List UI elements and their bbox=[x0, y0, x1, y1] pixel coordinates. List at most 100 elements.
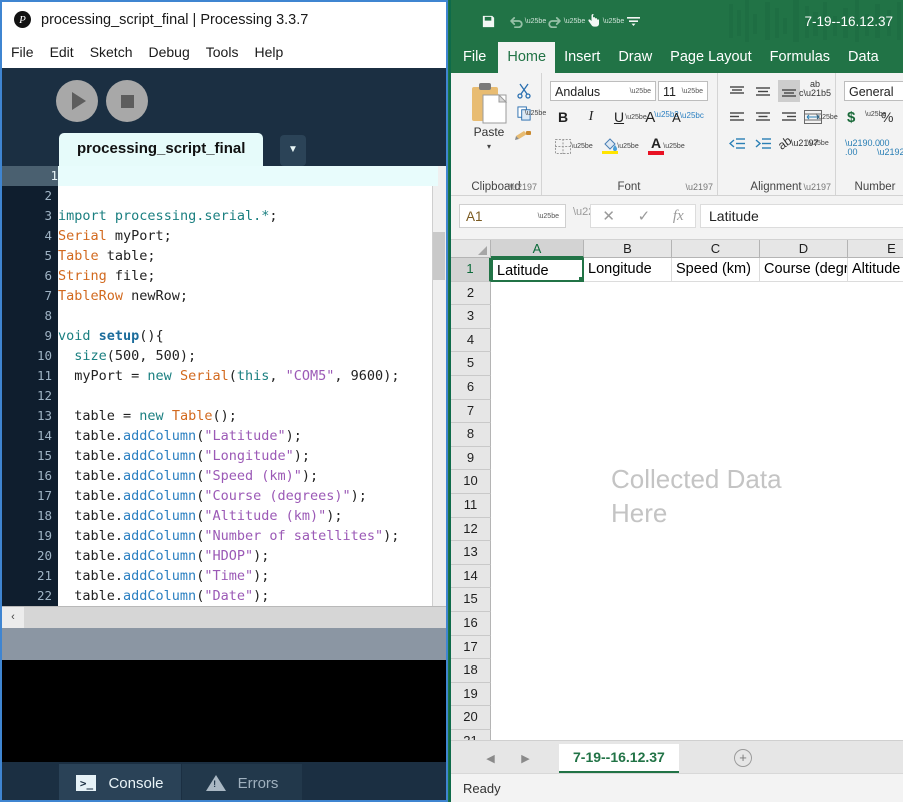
ribbon-tab-formulas[interactable]: Formulas bbox=[761, 42, 839, 73]
enter-icon[interactable]: ✓ bbox=[638, 207, 651, 225]
touch-mode-dropdown-icon[interactable]: \u25be bbox=[603, 8, 624, 34]
format-painter-icon[interactable] bbox=[513, 125, 535, 145]
borders-dropdown-icon[interactable]: \u25be bbox=[571, 135, 592, 157]
number-format-input[interactable]: General bbox=[844, 81, 903, 101]
increase-decimal-icon[interactable]: \u2190.0.00 bbox=[845, 139, 880, 157]
row-header-3[interactable]: 3 bbox=[451, 305, 491, 329]
ribbon-tab-data[interactable]: Data bbox=[839, 42, 888, 73]
console-tab[interactable]: >_ Console bbox=[59, 764, 181, 800]
prev-sheet-icon[interactable]: ◀ bbox=[486, 752, 494, 765]
sheet-tab-active[interactable]: 7-19--16.12.37 bbox=[559, 744, 679, 774]
add-sheet-icon[interactable]: + bbox=[734, 749, 752, 767]
cell-C1[interactable]: Speed (km) bbox=[672, 258, 760, 282]
orientation-dropdown-icon[interactable]: \u25be bbox=[807, 132, 828, 154]
menu-sketch[interactable]: Sketch bbox=[82, 37, 141, 68]
font-name-input[interactable]: Andalus \u25be bbox=[550, 81, 656, 101]
font-name-dropdown-icon[interactable]: \u25be bbox=[630, 82, 651, 102]
row-header-11[interactable]: 11 bbox=[451, 494, 491, 518]
percent-icon[interactable]: % bbox=[881, 109, 893, 125]
row-header-4[interactable]: 4 bbox=[451, 328, 491, 353]
decrease-decimal-icon[interactable]: .00\u2192.0 bbox=[877, 139, 903, 157]
align-middle-icon[interactable] bbox=[752, 80, 774, 102]
align-bottom-icon[interactable] bbox=[778, 80, 800, 102]
align-right-icon[interactable] bbox=[778, 106, 800, 128]
row-header-9[interactable]: 9 bbox=[451, 446, 491, 471]
sketch-tab-menu-icon[interactable]: ▼ bbox=[280, 135, 306, 166]
ribbon-tab-file[interactable]: File bbox=[451, 42, 498, 73]
row-header-2[interactable]: 2 bbox=[451, 281, 491, 306]
shrink-font-icon[interactable]: A \u25bc bbox=[672, 106, 704, 128]
grow-font-icon[interactable]: A \u25b2 bbox=[645, 106, 678, 128]
ribbon-tab-page-layout[interactable]: Page Layout bbox=[661, 42, 760, 73]
stop-button[interactable] bbox=[106, 80, 148, 122]
row-header-18[interactable]: 18 bbox=[451, 659, 491, 683]
row-header-19[interactable]: 19 bbox=[451, 682, 491, 707]
align-center-icon[interactable] bbox=[752, 106, 774, 128]
font-color-dropdown-icon[interactable]: \u25be bbox=[663, 135, 684, 157]
row-header-6[interactable]: 6 bbox=[451, 376, 491, 400]
menu-debug[interactable]: Debug bbox=[141, 37, 198, 68]
row-header-15[interactable]: 15 bbox=[451, 588, 491, 612]
menu-tools[interactable]: Tools bbox=[198, 37, 247, 68]
row-header-8[interactable]: 8 bbox=[451, 423, 491, 447]
row-header-10[interactable]: 10 bbox=[451, 470, 491, 494]
ribbon-tab-insert[interactable]: Insert bbox=[555, 42, 609, 73]
column-header-A[interactable]: A bbox=[491, 240, 584, 258]
cell-A1[interactable]: Latitude bbox=[491, 258, 584, 282]
alignment-dialog-launcher-icon[interactable]: \u2197 bbox=[803, 182, 831, 192]
bold-button[interactable]: B bbox=[553, 106, 573, 128]
row-header-16[interactable]: 16 bbox=[451, 612, 491, 636]
cancel-icon[interactable]: ✕ bbox=[602, 207, 615, 225]
menu-help[interactable]: Help bbox=[246, 37, 291, 68]
name-box-dropdown-icon[interactable]: \u25be bbox=[538, 205, 559, 228]
row-header-1[interactable]: 1 bbox=[451, 258, 491, 282]
insert-function-icon[interactable]: fx bbox=[673, 208, 684, 225]
select-all-corner[interactable] bbox=[451, 240, 491, 258]
row-header-5[interactable]: 5 bbox=[451, 352, 491, 376]
cell-B1[interactable]: Longitude bbox=[584, 258, 672, 282]
run-button[interactable] bbox=[56, 80, 98, 122]
editor-scrollbar-thumb[interactable] bbox=[433, 232, 445, 280]
editor-vertical-scrollbar[interactable] bbox=[432, 166, 446, 606]
align-left-icon[interactable] bbox=[726, 106, 748, 128]
fill-color-dropdown-icon[interactable]: \u25be bbox=[617, 135, 638, 157]
ribbon-tab-home[interactable]: Home bbox=[498, 42, 556, 73]
copy-dropdown-icon[interactable]: \u25be bbox=[525, 103, 546, 123]
undo-icon[interactable] bbox=[503, 8, 529, 34]
touch-mode-icon[interactable] bbox=[581, 8, 607, 34]
font-dialog-launcher-icon[interactable]: \u2197 bbox=[685, 182, 713, 192]
row-header-13[interactable]: 13 bbox=[451, 541, 491, 565]
undo-dropdown-icon[interactable]: \u25be bbox=[525, 8, 546, 34]
italic-button[interactable]: I bbox=[581, 106, 601, 128]
menu-file[interactable]: File bbox=[2, 37, 42, 68]
sketch-tab[interactable]: processing_script_final bbox=[59, 133, 264, 166]
formula-input[interactable]: Latitude bbox=[700, 204, 903, 228]
row-header-7[interactable]: 7 bbox=[451, 399, 491, 424]
currency-icon[interactable]: $ bbox=[847, 109, 855, 126]
row-header-17[interactable]: 17 bbox=[451, 635, 491, 660]
align-top-icon[interactable] bbox=[726, 80, 748, 102]
cell-D1[interactable]: Course (degrees) bbox=[760, 258, 848, 282]
next-sheet-icon[interactable]: ▶ bbox=[521, 752, 529, 765]
row-header-12[interactable]: 12 bbox=[451, 517, 491, 542]
paste-icon[interactable] bbox=[470, 82, 508, 126]
clipboard-dialog-launcher-icon[interactable]: \u2197 bbox=[509, 182, 537, 192]
column-header-E[interactable]: E bbox=[848, 240, 903, 258]
column-header-D[interactable]: D bbox=[760, 240, 848, 258]
redo-dropdown-icon[interactable]: \u25be bbox=[564, 8, 585, 34]
row-header-14[interactable]: 14 bbox=[451, 564, 491, 589]
redo-icon[interactable] bbox=[542, 8, 568, 34]
merge-center-dropdown-icon[interactable]: \u25be bbox=[816, 106, 837, 128]
scroll-left-icon[interactable]: ‹ bbox=[2, 607, 24, 628]
column-header-B[interactable]: B bbox=[584, 240, 672, 258]
menu-edit[interactable]: Edit bbox=[42, 37, 82, 68]
code-editor[interactable]: 1 2 3 4 5 6 7 8 9 10 11 12 13 14 15 16 17 18 19 20 21 22 impo… bbox=[2, 166, 446, 606]
cut-icon[interactable] bbox=[513, 81, 535, 101]
row-header-20[interactable]: 20 bbox=[451, 706, 491, 730]
increase-indent-icon[interactable] bbox=[752, 132, 774, 154]
editor-horizontal-scrollbar[interactable]: ‹ bbox=[2, 606, 446, 628]
wrap-text-icon[interactable]: ab c\u21b5 bbox=[799, 78, 831, 100]
underline-dropdown-icon[interactable]: \u25be bbox=[625, 106, 646, 128]
paste-dropdown-icon[interactable]: ▾ bbox=[461, 142, 517, 151]
row-header-21[interactable]: 21 bbox=[451, 730, 491, 740]
